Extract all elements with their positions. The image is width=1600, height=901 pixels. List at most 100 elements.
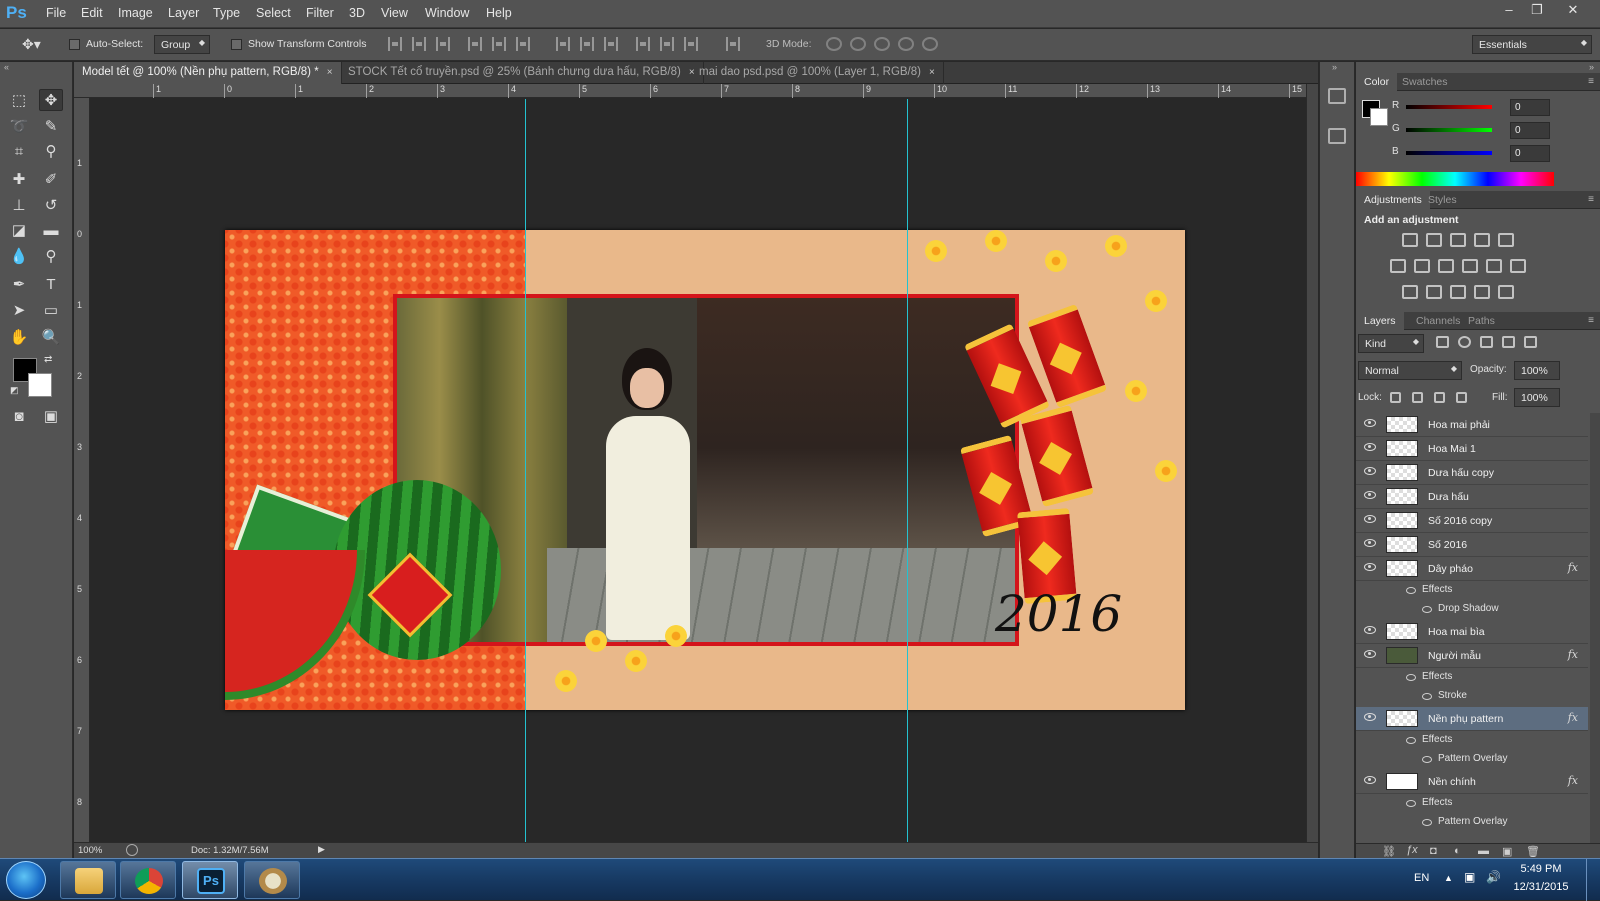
red-value[interactable]: 0 bbox=[1510, 99, 1550, 116]
visibility-eye-icon[interactable] bbox=[1364, 650, 1376, 658]
network-icon[interactable]: ▣ bbox=[1464, 870, 1475, 884]
tab-swatches[interactable]: Swatches bbox=[1394, 73, 1456, 91]
clock-time[interactable]: 5:49 PM bbox=[1511, 863, 1571, 875]
selective-color-icon[interactable] bbox=[1474, 285, 1490, 299]
pen-tool-icon[interactable]: ✒ bbox=[7, 274, 31, 296]
add-style-icon[interactable]: ƒx bbox=[1406, 844, 1418, 856]
path-selection-tool-icon[interactable]: ➤ bbox=[7, 300, 31, 322]
rotate-3d-icon[interactable] bbox=[826, 37, 842, 51]
blue-track[interactable] bbox=[1406, 151, 1492, 155]
clock-date[interactable]: 12/31/2015 bbox=[1508, 881, 1574, 893]
visibility-eye-icon[interactable] bbox=[1364, 626, 1376, 634]
horizontal-ruler[interactable]: 1 0 1 2 3 4 5 6 7 8 9 10 11 12 13 14 15 bbox=[74, 84, 1306, 98]
menu-layer[interactable]: Layer bbox=[168, 6, 199, 20]
color-balance-icon[interactable] bbox=[1414, 259, 1430, 273]
fx-badge[interactable]: fx bbox=[1568, 561, 1578, 574]
effects-group[interactable]: Effects bbox=[1356, 794, 1588, 814]
tab-layers[interactable]: Layers bbox=[1356, 312, 1404, 330]
menu-file[interactable]: File bbox=[46, 6, 66, 20]
brush-tool-icon[interactable]: ✐ bbox=[39, 169, 63, 191]
marquee-tool-icon[interactable]: ⬚ bbox=[7, 90, 31, 112]
blend-mode-dropdown[interactable]: Normal ◆ bbox=[1358, 361, 1462, 380]
visibility-eye-icon[interactable] bbox=[1364, 515, 1376, 523]
menu-help[interactable]: Help bbox=[486, 6, 512, 20]
layer-row[interactable]: Dưa hấu copy bbox=[1356, 461, 1588, 485]
start-button-icon[interactable] bbox=[6, 861, 46, 899]
status-menu-arrow-icon[interactable]: ▶ bbox=[318, 844, 325, 855]
visibility-eye-icon[interactable] bbox=[1364, 713, 1376, 721]
vibrance-icon[interactable] bbox=[1498, 233, 1514, 247]
vertical-scrollbar[interactable] bbox=[1306, 84, 1318, 842]
hand-tool-icon[interactable]: ✋ bbox=[7, 327, 31, 349]
layer-row[interactable]: Dưa hấu bbox=[1356, 485, 1588, 509]
layer-filter-kind[interactable]: Kind ◆ bbox=[1358, 334, 1424, 353]
effects-eye-icon[interactable] bbox=[1406, 800, 1416, 807]
effect-item[interactable]: Stroke bbox=[1356, 687, 1588, 707]
roll-3d-icon[interactable] bbox=[850, 37, 866, 51]
filter-type-icon[interactable] bbox=[1480, 336, 1493, 348]
menu-image[interactable]: Image bbox=[118, 6, 153, 20]
lasso-tool-icon[interactable]: ➰ bbox=[7, 116, 31, 138]
close-icon[interactable]: ✕ bbox=[1560, 2, 1586, 20]
quick-select-tool-icon[interactable]: ✎ bbox=[39, 116, 63, 138]
visibility-eye-icon[interactable] bbox=[1364, 443, 1376, 451]
layer-row[interactable]: Dây pháo fx bbox=[1356, 557, 1588, 581]
close-tab-icon[interactable]: × bbox=[327, 67, 333, 78]
effect-eye-icon[interactable] bbox=[1422, 756, 1432, 763]
visibility-eye-icon[interactable] bbox=[1364, 776, 1376, 784]
blue-value[interactable]: 0 bbox=[1510, 145, 1550, 162]
menu-edit[interactable]: Edit bbox=[81, 6, 103, 20]
effects-group[interactable]: Effects bbox=[1356, 581, 1588, 601]
color-lookup-icon[interactable] bbox=[1510, 259, 1526, 273]
document-canvas[interactable]: 2016 bbox=[225, 230, 1185, 710]
doc-tab-model-tet[interactable]: Model tết @ 100% (Nền phụ pattern, RGB/8… bbox=[74, 62, 342, 84]
delete-layer-icon[interactable]: 🗑 bbox=[1526, 845, 1540, 858]
posterize-icon[interactable] bbox=[1426, 285, 1442, 299]
opacity-input[interactable]: 100% bbox=[1514, 361, 1560, 380]
guide-line[interactable] bbox=[907, 99, 908, 842]
filter-pixel-icon[interactable] bbox=[1436, 336, 1449, 348]
photo-filter-icon[interactable] bbox=[1462, 259, 1478, 273]
effect-eye-icon[interactable] bbox=[1422, 606, 1432, 613]
effects-eye-icon[interactable] bbox=[1406, 587, 1416, 594]
auto-align-icon[interactable] bbox=[726, 37, 740, 51]
green-value[interactable]: 0 bbox=[1510, 122, 1550, 139]
layer-row[interactable]: Người mẫu fx bbox=[1356, 644, 1588, 668]
tray-expand-icon[interactable]: ▲ bbox=[1444, 873, 1453, 883]
menu-window[interactable]: Window bbox=[425, 6, 469, 20]
filter-shape-icon[interactable] bbox=[1502, 336, 1515, 348]
color-spectrum[interactable] bbox=[1356, 172, 1554, 186]
layer-row[interactable]: Số 2016 bbox=[1356, 533, 1588, 557]
quick-mask-icon[interactable]: ◙ bbox=[7, 406, 31, 428]
visibility-eye-icon[interactable] bbox=[1364, 563, 1376, 571]
layer-row[interactable]: Nền chính fx bbox=[1356, 770, 1588, 794]
history-panel-icon[interactable] bbox=[1328, 88, 1346, 104]
layer-row[interactable]: Hoa Mai 1 bbox=[1356, 437, 1588, 461]
type-tool-icon[interactable]: T bbox=[39, 274, 63, 296]
tab-paths[interactable]: Paths bbox=[1460, 312, 1503, 330]
visibility-eye-icon[interactable] bbox=[1364, 419, 1376, 427]
lock-image-icon[interactable] bbox=[1412, 392, 1423, 403]
effect-item[interactable]: Pattern Overlay bbox=[1356, 813, 1588, 833]
visibility-eye-icon[interactable] bbox=[1364, 467, 1376, 475]
align-bottom-icon[interactable] bbox=[436, 37, 450, 51]
effects-eye-icon[interactable] bbox=[1406, 737, 1416, 744]
history-brush-tool-icon[interactable]: ↺ bbox=[39, 195, 63, 217]
collapse-toolbar-icon[interactable]: « bbox=[4, 62, 9, 72]
distribute-hcenter-icon[interactable] bbox=[660, 37, 674, 51]
minimize-icon[interactable]: – bbox=[1496, 2, 1522, 20]
eraser-tool-icon[interactable]: ◪ bbox=[7, 220, 31, 242]
taskbar-paint[interactable] bbox=[244, 861, 300, 899]
filter-adjustment-icon[interactable] bbox=[1458, 336, 1471, 348]
link-layers-icon[interactable]: ⛓ bbox=[1382, 845, 1396, 858]
screen-mode-icon[interactable]: ▣ bbox=[39, 406, 63, 428]
healing-brush-tool-icon[interactable]: ✚ bbox=[7, 169, 31, 191]
align-left-icon[interactable] bbox=[468, 37, 482, 51]
brightness-contrast-icon[interactable] bbox=[1402, 233, 1418, 247]
exposure-icon[interactable] bbox=[1474, 233, 1490, 247]
swap-colors-icon[interactable]: ⇄ bbox=[44, 354, 52, 365]
close-tab-icon[interactable]: × bbox=[929, 67, 935, 78]
lock-all-icon[interactable] bbox=[1456, 392, 1467, 403]
status-info-icon[interactable] bbox=[126, 844, 138, 856]
auto-select-checkbox[interactable] bbox=[69, 39, 80, 50]
